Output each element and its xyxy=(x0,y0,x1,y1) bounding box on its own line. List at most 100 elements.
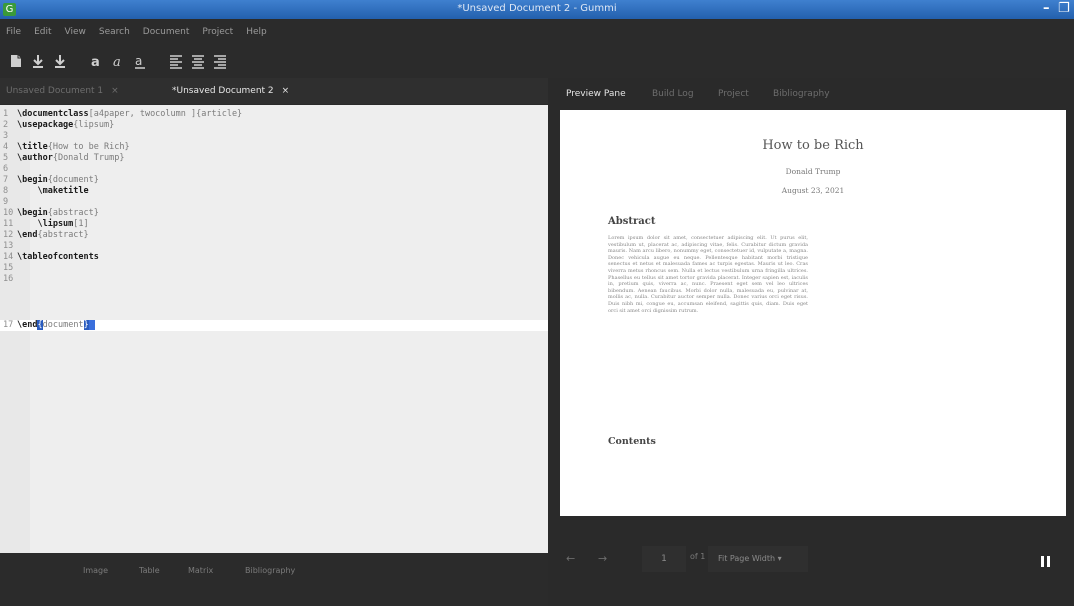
editor-line: 16 xyxy=(0,274,548,285)
minimize-icon[interactable]: – xyxy=(1043,1,1050,16)
latex-argument: document xyxy=(42,320,84,330)
editor-tabs: Unsaved Document 1 × *Unsaved Document 2 × xyxy=(0,78,548,104)
download-icon[interactable] xyxy=(30,53,46,69)
close-icon[interactable]: × xyxy=(111,86,119,96)
restore-icon[interactable]: ❐ xyxy=(1058,1,1070,16)
preview-pane: Preview Pane Build Log Project Bibliogra… xyxy=(548,78,1074,606)
editor-line: 3 xyxy=(0,131,548,142)
line-number: 8 xyxy=(3,186,9,196)
editor-line: 7 \begin{document} xyxy=(0,175,548,186)
insert-image-button[interactable]: Image xyxy=(83,566,108,575)
line-number: 13 xyxy=(3,241,14,251)
insert-bibliography-button[interactable]: Bibliography xyxy=(245,566,295,575)
tab-label: *Unsaved Document 2 xyxy=(172,86,274,96)
editor-line: 11 \lipsum[1] xyxy=(0,219,548,230)
previous-page-button[interactable]: ← xyxy=(566,552,575,565)
editor-line: 4 \title{How to be Rich} xyxy=(0,142,548,153)
latex-command: \begin xyxy=(17,175,48,185)
page-number-input[interactable]: 1 xyxy=(642,546,686,572)
tab-document-2[interactable]: *Unsaved Document 2 × xyxy=(172,78,289,104)
align-left-icon[interactable] xyxy=(168,53,184,69)
line-number: 1 xyxy=(3,109,9,119)
latex-command: \usepackage xyxy=(17,120,74,130)
editor-line: 2 \usepackage{lipsum} xyxy=(0,120,548,131)
new-document-icon[interactable] xyxy=(8,53,24,69)
line-number: 4 xyxy=(3,142,9,152)
latex-command: \begin xyxy=(17,208,48,218)
align-right-icon[interactable] xyxy=(212,53,228,69)
insert-table-button[interactable]: Table xyxy=(139,566,160,575)
editor-line: 6 xyxy=(0,164,548,175)
italic-icon[interactable]: a xyxy=(110,53,126,69)
latex-argument: [a4paper, twocolumn ]{article} xyxy=(88,109,243,119)
latex-argument: {How to be Rich} xyxy=(47,142,130,152)
line-number: 3 xyxy=(3,131,9,141)
latex-command: \title xyxy=(17,142,48,152)
latex-argument: {abstract} xyxy=(47,208,99,218)
download-alt-icon[interactable] xyxy=(52,53,68,69)
insert-matrix-button[interactable]: Matrix xyxy=(188,566,213,575)
document-title: How to be Rich xyxy=(762,138,864,153)
menu-view[interactable]: View xyxy=(59,19,93,45)
page-count: of 1 xyxy=(690,552,706,561)
editor-line: 14 \tableofcontents xyxy=(0,252,548,263)
abstract-heading: Abstract xyxy=(608,216,656,227)
latex-argument: [1] xyxy=(73,219,89,229)
menu-file[interactable]: File xyxy=(0,19,28,45)
editor-line: 15 xyxy=(0,263,548,274)
menu-edit[interactable]: Edit xyxy=(28,19,58,45)
editor-line: 5 \author{Donald Trump} xyxy=(0,153,548,164)
editor-line: 8 \maketitle xyxy=(0,186,548,197)
line-number: 7 xyxy=(3,175,9,185)
menu-search[interactable]: Search xyxy=(93,19,137,45)
editor-line: 9 xyxy=(0,197,548,208)
window-title: *Unsaved Document 2 - Gummi xyxy=(457,3,617,14)
latex-command: \lipsum xyxy=(17,219,74,229)
menu-bar: File Edit View Search Document Project H… xyxy=(0,19,1074,45)
latex-command: \tableofcontents xyxy=(17,252,99,262)
tab-build-log[interactable]: Build Log xyxy=(652,78,694,110)
latex-command: \maketitle xyxy=(17,186,89,196)
latex-argument: {document} xyxy=(47,175,99,185)
line-number: 10 xyxy=(3,208,14,218)
contents-heading: Contents xyxy=(608,436,656,447)
title-bar: G *Unsaved Document 2 - Gummi – ❐ xyxy=(0,0,1074,19)
latex-command: \documentclass xyxy=(17,109,89,119)
line-number: 12 xyxy=(3,230,14,240)
bold-icon[interactable]: a xyxy=(88,53,104,69)
line-number: 17 xyxy=(3,320,14,330)
preview-tabs: Preview Pane Build Log Project Bibliogra… xyxy=(548,78,1074,110)
latex-command: \author xyxy=(17,153,53,163)
align-center-icon[interactable] xyxy=(190,53,206,69)
tab-bibliography[interactable]: Bibliography xyxy=(773,78,830,110)
editor-line: 12 \end{abstract} xyxy=(0,230,548,241)
tab-preview-pane[interactable]: Preview Pane xyxy=(566,78,626,110)
tab-label: Unsaved Document 1 xyxy=(6,86,104,96)
latex-command: \end xyxy=(17,320,38,330)
abstract-text: Lorem ipsum dolor sit amet, consectetuer… xyxy=(608,235,808,314)
pdf-preview[interactable]: How to be Rich Donald Trump August 23, 2… xyxy=(560,110,1066,516)
editor-line: 10 \begin{abstract} xyxy=(0,208,548,219)
underline-icon[interactable]: a xyxy=(132,53,148,69)
menu-document[interactable]: Document xyxy=(137,19,197,45)
close-icon[interactable]: × xyxy=(282,86,290,96)
pause-icon[interactable] xyxy=(1041,556,1050,567)
latex-argument: {abstract} xyxy=(37,230,89,240)
line-number: 9 xyxy=(3,197,9,207)
latex-argument: {lipsum} xyxy=(73,120,115,130)
menu-help[interactable]: Help xyxy=(240,19,274,45)
preview-navigation: ← → 1 of 1 Fit Page Width ▾ xyxy=(548,540,1074,580)
zoom-select[interactable]: Fit Page Width ▾ xyxy=(708,546,808,572)
document-author: Donald Trump xyxy=(785,167,841,176)
editor-pane: Unsaved Document 1 × *Unsaved Document 2 ×… xyxy=(0,78,548,606)
next-page-button[interactable]: → xyxy=(598,552,607,565)
code-editor[interactable]: 1 \documentclass[a4paper, twocolumn ]{art… xyxy=(0,105,548,553)
svg-text:a: a xyxy=(91,55,100,69)
svg-text:a: a xyxy=(113,55,121,69)
tab-project[interactable]: Project xyxy=(718,78,749,110)
tab-document-1[interactable]: Unsaved Document 1 × xyxy=(6,78,119,104)
line-number: 6 xyxy=(3,164,9,174)
text-cursor xyxy=(88,320,95,330)
menu-project[interactable]: Project xyxy=(196,19,240,45)
document-date: August 23, 2021 xyxy=(781,186,845,195)
